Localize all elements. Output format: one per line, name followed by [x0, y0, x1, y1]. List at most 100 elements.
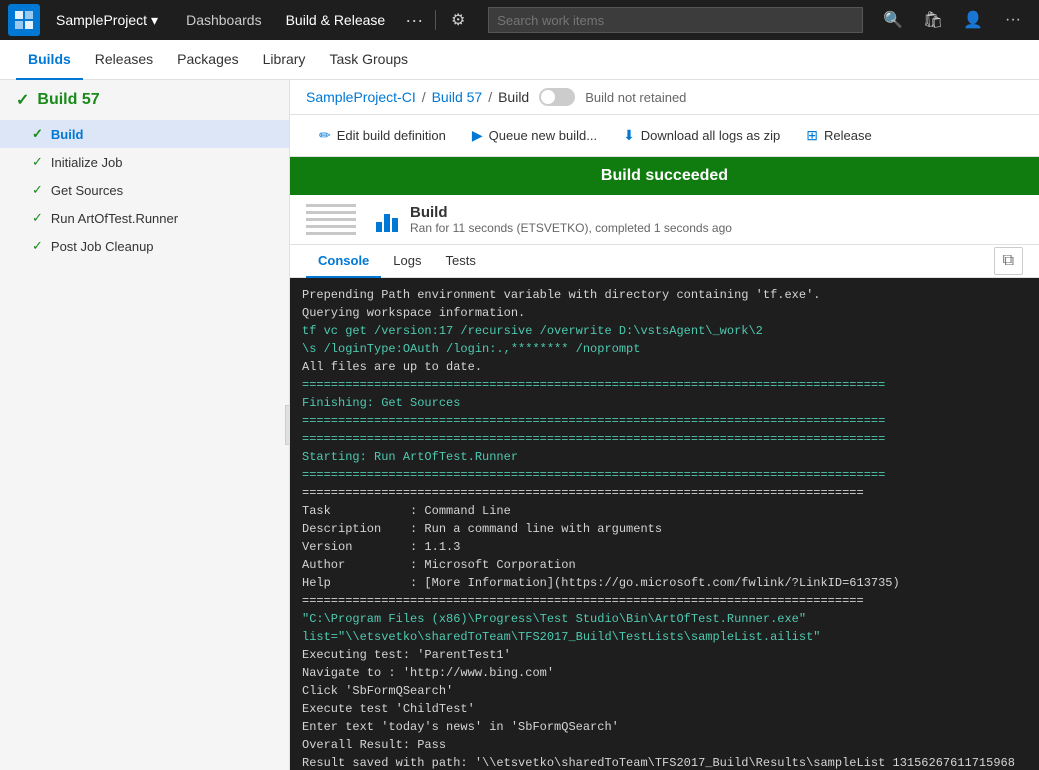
sidebar-item-label: Initialize Job	[51, 155, 123, 170]
overflow-menu-icon[interactable]: ···	[995, 2, 1031, 38]
secondary-navigation: Builds Releases Packages Library Task Gr…	[0, 40, 1039, 80]
console-line: Prepending Path environment variable wit…	[302, 286, 1027, 304]
breadcrumb-project-link[interactable]: SampleProject-CI	[306, 89, 416, 105]
download-logs-label: Download all logs as zip	[641, 128, 780, 143]
bar-2	[384, 214, 390, 232]
tab-task-groups[interactable]: Task Groups	[317, 41, 420, 80]
download-logs-button[interactable]: ⬇ Download all logs as zip	[610, 121, 793, 150]
bar-3	[392, 218, 398, 232]
console-line: \s /loginType:OAuth /login:.,******** /n…	[302, 340, 1027, 358]
user-icon[interactable]: 👤	[955, 2, 991, 38]
console-line: Enter text 'today's news' in 'SbFormQSea…	[302, 718, 1027, 736]
build-name-label: Build	[410, 204, 732, 221]
nav-icons: 🔍 🛍 👤 ···	[875, 2, 1031, 38]
sidebar-item-label: Post Job Cleanup	[51, 239, 154, 254]
sep-line-1	[306, 204, 356, 207]
app-logo	[8, 4, 40, 36]
project-selector[interactable]: SampleProject ▾	[48, 0, 166, 40]
console-line: ========================================…	[302, 412, 1027, 430]
edit-build-definition-button[interactable]: ✏ Edit build definition	[306, 121, 459, 150]
console-tabs: Console Logs Tests ⧉	[290, 245, 1039, 278]
download-icon: ⬇	[623, 127, 635, 144]
sidebar-item-get-sources[interactable]: ✓ Get Sources	[0, 176, 289, 204]
console-line: Querying workspace information.	[302, 304, 1027, 322]
console-line: Result saved with path: '\\etsvetko\shar…	[302, 754, 1027, 770]
console-line: Overall Result: Pass	[302, 736, 1027, 754]
console-line: Executing test: 'ParentTest1'	[302, 646, 1027, 664]
console-line: ========================================…	[302, 466, 1027, 484]
console-line: ========================================…	[302, 592, 1027, 610]
queue-new-build-label: Queue new build...	[489, 128, 597, 143]
item-check-icon: ✓	[32, 126, 43, 142]
action-toolbar: ✏ Edit build definition ▶ Queue new buil…	[290, 115, 1039, 157]
sidebar-item-run-artoftest[interactable]: ✓ Run ArtOfTest.Runner	[0, 204, 289, 232]
build-text-info: Build Ran for 11 seconds (ETSVETKO), com…	[410, 204, 732, 235]
retain-toggle[interactable]	[539, 88, 575, 106]
sidebar-item-build[interactable]: ✓ Build	[0, 120, 289, 148]
chevron-down-icon: ▾	[151, 12, 158, 29]
nav-build-release[interactable]: Build & Release	[274, 0, 398, 40]
gear-icon[interactable]: ⚙	[440, 2, 476, 38]
console-output[interactable]: Prepending Path environment variable wit…	[290, 278, 1039, 770]
main-layout: ✓ Build 57 ✓ Build ✓ Initialize Job ✓ Ge…	[0, 80, 1039, 770]
console-line: Execute test 'ChildTest'	[302, 700, 1027, 718]
top-navigation: SampleProject ▾ Dashboards Build & Relea…	[0, 0, 1039, 40]
edit-build-def-label: Edit build definition	[337, 128, 446, 143]
console-line: Version : 1.1.3	[302, 538, 1027, 556]
build-success-banner: Build succeeded	[290, 157, 1039, 195]
build-meta-label: Ran for 11 seconds (ETSVETKO), completed…	[410, 221, 732, 235]
console-line: ========================================…	[302, 376, 1027, 394]
sidebar-build-label: Build 57	[37, 91, 99, 109]
sidebar-item-label: Build	[51, 127, 84, 142]
item-check-icon: ✓	[32, 210, 43, 226]
search-icon[interactable]: 🔍	[875, 2, 911, 38]
tab-packages[interactable]: Packages	[165, 41, 250, 80]
search-input[interactable]	[488, 7, 863, 33]
build-success-check-icon: ✓	[16, 90, 29, 110]
console-line: Navigate to : 'http://www.bing.com'	[302, 664, 1027, 682]
breadcrumb-separator: /	[422, 89, 426, 105]
console-line: Description : Run a command line with ar…	[302, 520, 1027, 538]
release-icon: ⊞	[806, 127, 818, 144]
sep-line-2	[306, 211, 356, 214]
sidebar-item-label: Get Sources	[51, 183, 123, 198]
build-breadcrumb-header: SampleProject-CI / Build 57 / Build Buil…	[290, 80, 1039, 115]
console-line: Task : Command Line	[302, 502, 1027, 520]
sep-line-4	[306, 225, 356, 228]
console-line: Author : Microsoft Corporation	[302, 556, 1027, 574]
item-check-icon: ✓	[32, 182, 43, 198]
release-label: Release	[824, 128, 872, 143]
tab-releases[interactable]: Releases	[83, 41, 165, 80]
console-line: ========================================…	[302, 484, 1027, 502]
console-line: tf vc get /version:17 /recursive /overwr…	[302, 322, 1027, 340]
breadcrumb-build-link[interactable]: Build 57	[432, 89, 483, 105]
console-line: Starting: Run ArtOfTest.Runner	[302, 448, 1027, 466]
build-info-row: Build Ran for 11 seconds (ETSVETKO), com…	[290, 195, 1039, 245]
sidebar-item-post-job-cleanup[interactable]: ✓ Post Job Cleanup	[0, 232, 289, 260]
item-check-icon: ✓	[32, 154, 43, 170]
nav-dashboards[interactable]: Dashboards	[174, 0, 274, 40]
tab-console[interactable]: Console	[306, 245, 381, 278]
breadcrumb-build-label: Build	[498, 89, 529, 105]
nav-separator	[435, 10, 436, 30]
console-line: "C:\Program Files (x86)\Progress\Test St…	[302, 610, 1027, 628]
console-line: ========================================…	[302, 430, 1027, 448]
queue-icon: ▶	[472, 127, 483, 144]
tab-library[interactable]: Library	[251, 41, 318, 80]
top-nav-links: Dashboards Build & Release ··· ⚙	[174, 0, 476, 40]
tab-builds[interactable]: Builds	[16, 41, 83, 80]
console-line: list="\\etsvetko\sharedToTeam\TFS2017_Bu…	[302, 628, 1027, 646]
nav-more-button[interactable]: ···	[397, 10, 431, 31]
tab-logs[interactable]: Logs	[381, 245, 433, 278]
sidebar-build-title: ✓ Build 57	[0, 80, 289, 120]
sidebar-item-label: Run ArtOfTest.Runner	[51, 211, 178, 226]
queue-new-build-button[interactable]: ▶ Queue new build...	[459, 121, 610, 150]
notification-icon[interactable]: 🛍	[915, 2, 951, 38]
release-button[interactable]: ⊞ Release	[793, 121, 884, 150]
sep-line-5	[306, 232, 356, 235]
sep-line-3	[306, 218, 356, 221]
sidebar-item-initialize-job[interactable]: ✓ Initialize Job	[0, 148, 289, 176]
tab-tests[interactable]: Tests	[434, 245, 488, 278]
search-bar	[488, 7, 863, 33]
copy-console-button[interactable]: ⧉	[994, 247, 1023, 275]
